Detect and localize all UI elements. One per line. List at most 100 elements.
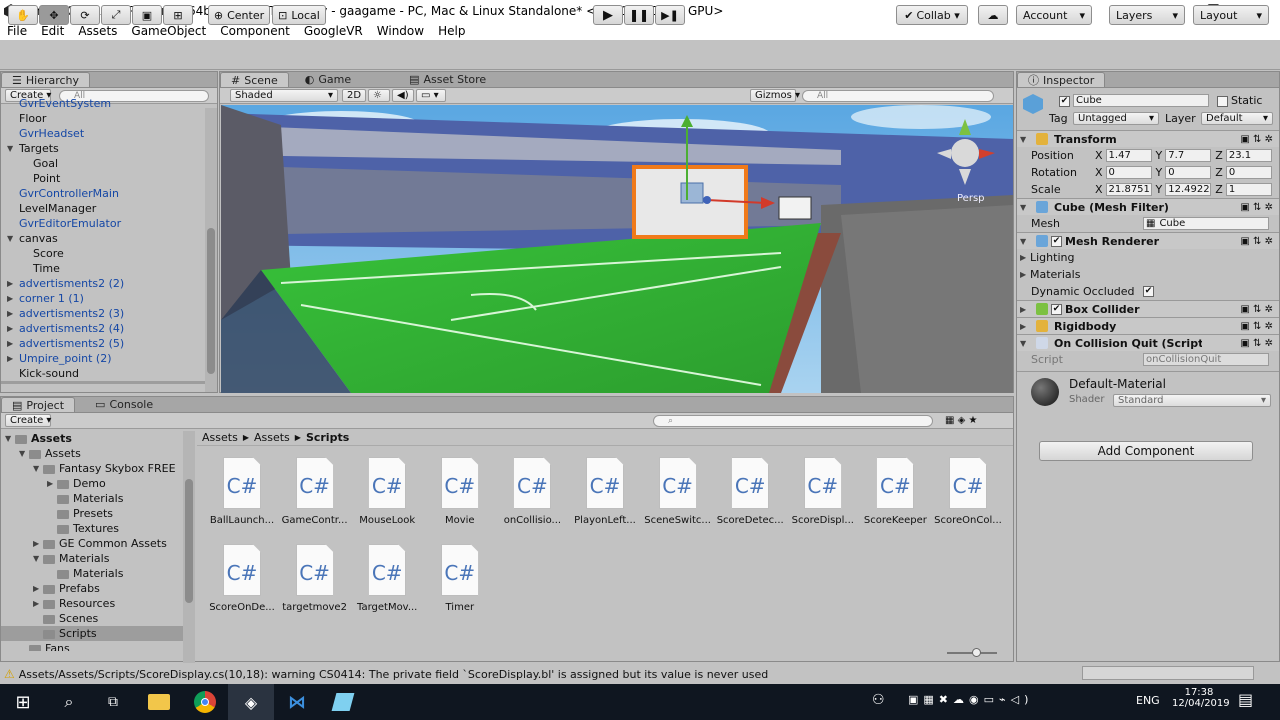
position-x-field[interactable]: 1.47 [1105, 149, 1152, 162]
dynamic-occluded-checkbox[interactable]: ✔ [1143, 286, 1154, 297]
move-tool-icon[interactable]: ✥ [39, 5, 69, 25]
menu-file[interactable]: File [0, 24, 34, 38]
hierarchy-item[interactable]: GvrHeadset [1, 126, 217, 141]
hierarchy-item[interactable]: GvrControllerMain [1, 186, 217, 201]
search-icon[interactable]: ⌕ [46, 684, 92, 720]
layer-dropdown[interactable]: Default ▾ [1201, 112, 1273, 125]
notification-icon[interactable]: ▤ [1238, 690, 1253, 709]
shader-dropdown[interactable]: Standard ▾ [1113, 394, 1271, 407]
collapsed-arrow-icon[interactable]: ▶ [7, 354, 17, 363]
scale-x-field[interactable]: 21.8751 [1105, 183, 1152, 196]
rotation-y-field[interactable]: 0 [1165, 166, 1212, 179]
collapsed-arrow-icon[interactable]: ▶ [33, 584, 43, 593]
script-file[interactable]: C# ScoreKeeper [859, 457, 931, 526]
tab-hierarchy[interactable]: ☰ Hierarchy [1, 72, 91, 87]
expanded-arrow-icon[interactable]: ▼ [19, 449, 29, 458]
component-menu-icon[interactable]: ▣ ⇅ ✲ [1240, 236, 1273, 247]
script-file[interactable]: C# BallLaunch... [206, 457, 278, 526]
hierarchy-item[interactable]: LevelManager [1, 201, 217, 216]
vscode-icon[interactable]: ⋈ [274, 684, 320, 720]
collapsed-arrow-icon[interactable]: ▶ [7, 339, 17, 348]
shading-dropdown[interactable]: Shaded ▾ [230, 89, 338, 102]
menu-component[interactable]: Component [213, 24, 297, 38]
collab-button[interactable]: ✔ Collab ▾ [896, 5, 968, 25]
box-collider-checkbox[interactable]: ✔ [1051, 303, 1062, 315]
z-axis-gizmo[interactable] [703, 196, 711, 204]
component-menu-icon[interactable]: ▣ ⇅ ✲ [1240, 202, 1273, 213]
rigidbody-header[interactable]: ▶ Rigidbody ▣ ⇅ ✲ [1017, 317, 1279, 334]
hierarchy-item[interactable]: Goal [1, 156, 217, 171]
tab-project[interactable]: ▤ Project [1, 397, 76, 412]
component-menu-icon[interactable]: ▣ ⇅ ✲ [1240, 304, 1273, 315]
hierarchy-item[interactable]: Cube [1, 381, 217, 384]
scale-tool-icon[interactable]: ⤢ [101, 5, 131, 25]
scroll-thumb[interactable] [207, 228, 215, 374]
tab-game[interactable]: ◐ Game [295, 72, 361, 87]
script-file[interactable]: C# onCollisio... [496, 457, 568, 526]
active-checkbox[interactable]: ✔ [1059, 96, 1070, 107]
script-file[interactable]: C# PlayonLeft... [569, 457, 641, 526]
script-file[interactable]: C# GameContr... [279, 457, 351, 526]
tab-console[interactable]: ▭ Console [85, 397, 163, 412]
script-component-header[interactable]: ▼ On Collision Quit (Script ▣ ⇅ ✲ [1017, 334, 1279, 351]
project-search-input[interactable]: ⌕ [653, 414, 933, 427]
tray-icons[interactable]: ▣▦✖☁◉▭⌁◁) [908, 693, 1033, 706]
script-file[interactable]: C# Timer [424, 544, 496, 613]
folder-tree-item[interactable]: ▶ Prefabs [1, 581, 183, 596]
folder-tree-item[interactable]: Scenes [1, 611, 183, 626]
component-menu-icon[interactable]: ▣ ⇅ ✲ [1240, 338, 1273, 349]
hierarchy-scrollbar[interactable] [205, 108, 217, 392]
breadcrumb-scripts[interactable]: Scripts [306, 431, 349, 444]
rotate-tool-icon[interactable]: ⟳ [70, 5, 100, 25]
lighting-toggle-icon[interactable]: ☼ [368, 89, 390, 102]
transform-header[interactable]: ▼ Transform ▣ ⇅ ✲ [1017, 130, 1279, 147]
zoom-slider[interactable] [947, 648, 997, 657]
box-collider-header[interactable]: ▶ ✔ Box Collider ▣ ⇅ ✲ [1017, 300, 1279, 317]
materials-row[interactable]: ▶ Materials [1017, 266, 1279, 283]
app-icon[interactable] [320, 684, 366, 720]
folder-tree-item[interactable]: ▶ Resources [1, 596, 183, 611]
object-name-field[interactable]: Cube [1073, 94, 1209, 107]
scene-search-input[interactable]: All [802, 89, 994, 102]
pivot-center-button[interactable]: ⊕ Center [208, 5, 270, 25]
hierarchy-item[interactable]: Point [1, 171, 217, 186]
pivot-local-button[interactable]: ⊡ Local [272, 5, 326, 25]
tab-scene[interactable]: # Scene [220, 72, 289, 87]
unity-taskbar-icon[interactable]: ◈ [228, 684, 274, 720]
menu-window[interactable]: Window [370, 24, 431, 38]
folder-tree-item[interactable]: Materials [1, 491, 183, 506]
folder-tree-item[interactable]: ▼ Fantasy Skybox FREE [1, 461, 183, 476]
hierarchy-item[interactable]: ▼ canvas [1, 231, 217, 246]
hierarchy-item[interactable]: ▶ Umpire_point (2) [1, 351, 217, 366]
account-dropdown[interactable]: Account ▾ [1016, 5, 1092, 25]
hierarchy-item[interactable]: ▶ advertisments2 (5) [1, 336, 217, 351]
rotation-x-field[interactable]: 0 [1105, 166, 1152, 179]
folder-tree-item[interactable]: Materials [1, 566, 183, 581]
position-y-field[interactable]: 7.7 [1165, 149, 1212, 162]
menu-assets[interactable]: Assets [71, 24, 124, 38]
task-view-icon[interactable]: ⧉ [90, 684, 136, 720]
layout-dropdown[interactable]: Layout ▾ [1193, 5, 1269, 25]
layers-dropdown[interactable]: Layers ▾ [1109, 5, 1185, 25]
folder-tree-item[interactable]: ▼ Assets [1, 446, 183, 461]
pause-button[interactable]: ❚❚ [624, 5, 654, 25]
folder-tree-item[interactable]: ▼ Assets [1, 431, 183, 446]
toggle-2d-button[interactable]: 2D [342, 89, 366, 102]
hierarchy-item[interactable]: GvrEventSystem [1, 96, 217, 111]
script-file[interactable]: C# ScoreDetec... [714, 457, 786, 526]
zoom-slider-thumb[interactable] [972, 648, 981, 657]
hierarchy-item[interactable]: Score [1, 246, 217, 261]
mesh-filter-header[interactable]: ▼ Cube (Mesh Filter) ▣ ⇅ ✲ [1017, 198, 1279, 215]
step-button[interactable]: ▶❚ [655, 5, 685, 25]
script-file[interactable]: C# ScoreOnCol... [932, 457, 1004, 526]
collapsed-arrow-icon[interactable]: ▶ [7, 279, 17, 288]
windows-start-icon[interactable]: ⊞ [0, 684, 46, 720]
people-icon[interactable]: ⚇ [872, 692, 885, 708]
hierarchy-item[interactable]: ▶ advertisments2 (4) [1, 321, 217, 336]
breadcrumb-assets-sub[interactable]: Assets [254, 431, 290, 444]
file-explorer-icon[interactable] [136, 684, 182, 720]
mesh-field[interactable]: ▦ Cube [1143, 217, 1269, 230]
tag-dropdown[interactable]: Untagged ▾ [1073, 112, 1159, 125]
scale-z-field[interactable]: 1 [1225, 183, 1272, 196]
hierarchy-item[interactable]: GvrEditorEmulator [1, 216, 217, 231]
